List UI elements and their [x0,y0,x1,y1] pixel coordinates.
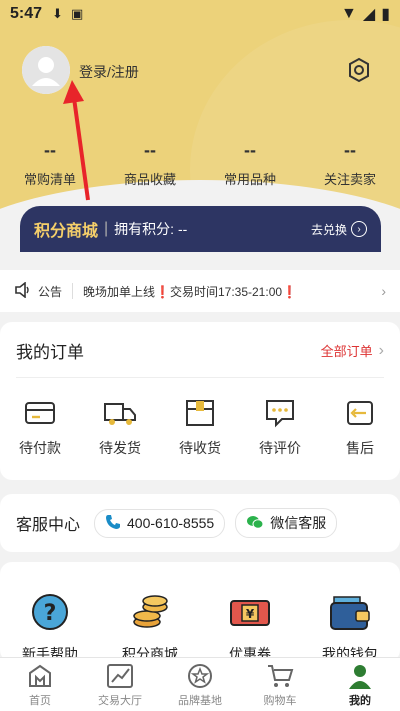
announcement-bar[interactable]: 公告 晚场加单上线❗交易时间17:35-21:00❗ › [0,270,400,312]
stats-row: -- 常购清单 -- 商品收藏 -- 常用品种 -- 关注卖家 [0,140,400,188]
tab-trading-hall[interactable]: 交易大厅 [80,658,160,711]
trade-icon [80,662,160,690]
phone-button[interactable]: 400-610-8555 [94,508,226,538]
order-label: 待发货 [99,440,141,456]
help-icon: ? [0,588,100,638]
status-bar: 5:47 ⬇ ▣ ▼ ◢ ▮ [0,0,400,28]
brand-icon [160,662,240,690]
stat-value: -- [144,140,156,160]
stat-followed-sellers[interactable]: -- 关注卖家 [300,140,400,188]
warning-mark: ❗ [155,284,170,299]
home-icon [0,662,80,690]
tool-coupons[interactable]: ¥ 优惠券 [200,588,300,662]
tools-card: ? 新手帮助 积分商城 ¥ 优惠券 我的钱包 [0,562,400,662]
announcement-label: 公告 [38,284,63,299]
svg-text:?: ? [44,601,57,626]
order-pending-review[interactable]: 待评价 [240,396,320,458]
points-balance: 拥有积分: -- [114,221,188,237]
order-label: 待付款 [19,440,61,456]
orders-title: 我的订单 [16,343,84,362]
tool-points-mall[interactable]: 积分商城 [100,588,200,662]
announcement-text: 晚场加单上线 [83,284,156,299]
tool-wallet[interactable]: 我的钱包 [300,588,400,662]
tab-brand-base[interactable]: 品牌基地 [160,658,240,711]
app-notification-icon: ▣ [70,6,84,21]
order-label: 待评价 [259,440,301,456]
tab-label: 我的 [349,695,371,707]
tab-cart[interactable]: 购物车 [240,658,320,711]
customer-service-card: 客服中心 400-610-8555 微信客服 [0,494,400,552]
tab-label: 品牌基地 [178,695,222,707]
coins-icon [100,588,200,638]
tab-mine[interactable]: 我的 [320,658,400,711]
points-mall-title: 积分商城 [34,223,99,240]
order-label: 待收货 [179,440,221,456]
all-orders-link[interactable]: 全部订单 [321,341,373,360]
bottom-tab-bar: 首页 交易大厅 品牌基地 购物车 我的 [0,657,400,711]
tab-label: 交易大厅 [98,695,142,707]
stat-value: -- [44,140,56,160]
wechat-label: 微信客服 [270,515,327,531]
wechat-icon [246,514,264,533]
warning-mark: ❗ [282,284,297,299]
stat-label: 常用品种 [223,172,276,187]
chevron-right-icon: › [381,283,386,299]
package-icon [160,396,240,430]
phone-icon [105,514,121,533]
truck-icon [80,396,160,430]
order-after-sales[interactable]: 售后 [320,396,400,458]
exchange-button[interactable]: 去兑换 › [311,221,367,238]
stat-value: -- [244,140,256,160]
status-time: 5:47 [10,5,43,22]
speaker-icon [14,280,32,301]
svg-text:¥: ¥ [246,607,255,621]
user-icon [320,662,400,690]
stat-value: -- [344,140,356,160]
battery-icon: ▮ [381,6,390,23]
cart-icon [240,662,320,690]
comment-icon [240,396,320,430]
order-pending-shipment[interactable]: 待发货 [80,396,160,458]
points-separator: | [104,220,109,237]
wallet-icon [300,588,400,638]
stat-label: 商品收藏 [123,172,176,187]
avatar[interactable] [22,46,70,94]
phone-number: 400-610-8555 [127,515,215,531]
stat-purchase-list[interactable]: -- 常购清单 [0,140,100,188]
stat-favorites[interactable]: -- 商品收藏 [100,140,200,188]
divider [72,283,74,299]
announcement-text: 交易时间17:35-21:00 [169,284,283,299]
stat-common-varieties[interactable]: -- 常用品种 [200,140,300,188]
announcement-message: 晚场加单上线❗交易时间17:35-21:00❗ [83,283,297,300]
wifi-icon: ▼ [341,5,357,22]
download-icon: ⬇ [52,6,63,21]
return-icon [320,396,400,430]
points-mall-banner[interactable]: 积分商城 | 拥有积分: -- 去兑换 › [20,206,381,252]
coupon-icon: ¥ [200,588,300,638]
settings-icon[interactable] [345,56,373,84]
tab-label: 首页 [29,695,51,707]
login-register-link[interactable]: 登录/注册 [79,62,139,82]
stat-label: 常购清单 [23,172,76,187]
order-pending-receipt[interactable]: 待收货 [160,396,240,458]
wechat-service-button[interactable]: 微信客服 [235,508,338,538]
wallet-icon [0,396,80,430]
exchange-label: 去兑换 [310,222,347,237]
stat-label: 关注卖家 [323,172,376,187]
user-avatar-icon [22,46,70,94]
chevron-right-icon: › [351,221,367,237]
order-pending-payment[interactable]: 待付款 [0,396,80,458]
chevron-right-icon: › [378,341,384,359]
tab-label: 购物车 [263,695,297,707]
my-orders-card: 我的订单 全部订单 › 待付款 待发货 待收货 待评价 售后 [0,322,400,480]
signal-icon: ◢ [362,6,376,23]
tool-help[interactable]: ? 新手帮助 [0,588,100,662]
tab-home[interactable]: 首页 [0,658,80,711]
order-label: 售后 [346,440,374,456]
service-title: 客服中心 [16,517,81,534]
